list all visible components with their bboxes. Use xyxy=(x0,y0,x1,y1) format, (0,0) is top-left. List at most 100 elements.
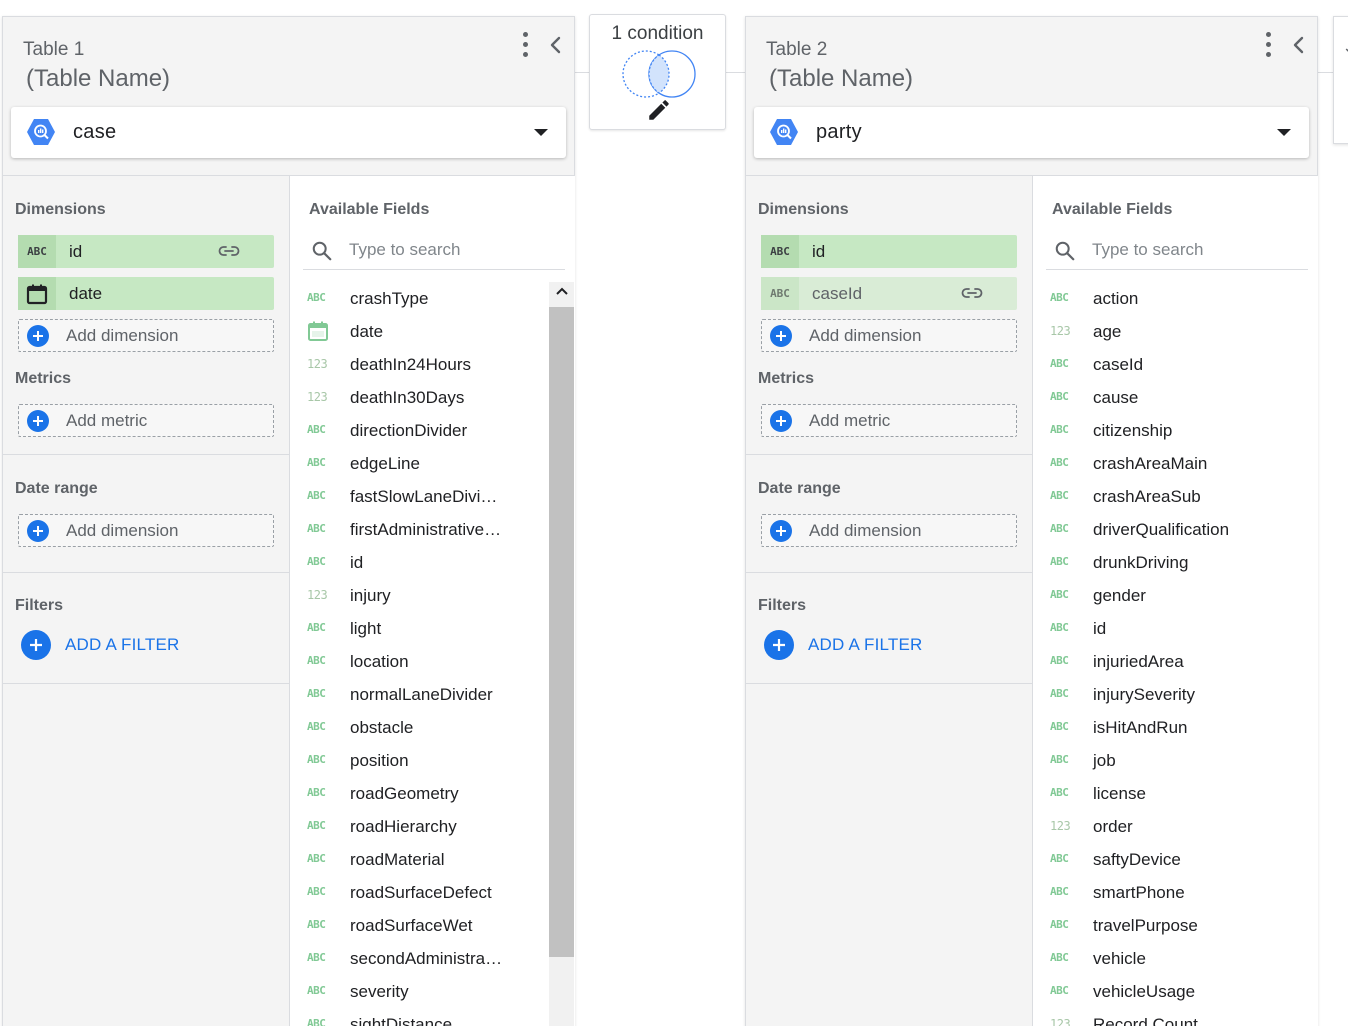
field-item[interactable]: ABC roadSurfaceDefect xyxy=(290,876,548,909)
field-item[interactable]: ABC gender xyxy=(1033,579,1291,612)
field-search-input[interactable] xyxy=(1092,236,1292,264)
field-item[interactable]: ABC location xyxy=(290,645,548,678)
blend-config-column: Dimensions ABC id ABC caseId Add dimensi… xyxy=(746,175,1033,1026)
field-item[interactable]: ABC directionDivider xyxy=(290,414,548,447)
field-item[interactable]: ABC severity xyxy=(290,975,548,1008)
add-dimension-button[interactable]: Add dimension xyxy=(761,319,1017,352)
join-key-link-icon xyxy=(218,244,240,258)
date-range-title: Date range xyxy=(15,480,98,497)
field-item[interactable]: ABC job xyxy=(1033,744,1291,777)
add-filter-button[interactable]: ADD A FILTER xyxy=(21,629,221,661)
field-item[interactable]: ABC crashType xyxy=(290,282,548,315)
scroll-thumb[interactable] xyxy=(549,307,574,957)
field-item[interactable]: ABC vehicle xyxy=(1033,942,1291,975)
field-name: firstAdministrative… xyxy=(350,520,502,539)
field-item[interactable]: ABC action xyxy=(1033,282,1291,315)
join-connector-edge xyxy=(1318,72,1334,73)
date-range-title: Date range xyxy=(758,480,841,497)
field-item[interactable]: ABC injuriedArea xyxy=(1033,645,1291,678)
field-item[interactable]: ABC cause xyxy=(1033,381,1291,414)
field-name: edgeLine xyxy=(350,454,420,473)
add-dimension-label: Add dimension xyxy=(66,326,179,345)
join-connector-right xyxy=(726,72,746,73)
field-item[interactable]: ABC sightDistance xyxy=(290,1008,548,1026)
field-item[interactable]: 123 deathIn24Hours xyxy=(290,348,548,381)
field-item[interactable]: ABC injurySeverity xyxy=(1033,678,1291,711)
add-date-dimension-button[interactable]: Add dimension xyxy=(18,514,274,547)
fields-scrollbar[interactable] xyxy=(549,282,574,1026)
field-item[interactable]: ABC travelPurpose xyxy=(1033,909,1291,942)
field-name: injuriedArea xyxy=(1093,652,1184,671)
field-item[interactable]: ABC vehicleUsage xyxy=(1033,975,1291,1008)
add-dimension-button[interactable]: Add dimension xyxy=(18,319,274,352)
field-item[interactable]: ABC smartPhone xyxy=(1033,876,1291,909)
add-date-dimension-button[interactable]: Add dimension xyxy=(761,514,1017,547)
field-item[interactable]: 123 injury xyxy=(290,579,548,612)
field-search-input[interactable] xyxy=(349,236,549,264)
field-name: normalLaneDivider xyxy=(350,685,493,704)
field-item[interactable]: ABC saftyDevice xyxy=(1033,843,1291,876)
field-item[interactable]: ABC license xyxy=(1033,777,1291,810)
join-connector-left xyxy=(575,72,590,73)
dimension-chip-1[interactable]: date xyxy=(18,277,274,310)
field-item[interactable]: ABC drunkDriving xyxy=(1033,546,1291,579)
text-type-icon: ABC xyxy=(307,456,326,469)
field-item[interactable]: ABC position xyxy=(290,744,548,777)
field-item[interactable]: ABC secondAdministra… xyxy=(290,942,548,975)
field-item[interactable]: ABC fastSlowLaneDivi… xyxy=(290,480,548,513)
field-item[interactable]: ABC edgeLine xyxy=(290,447,548,480)
text-type-icon: ABC xyxy=(307,753,326,766)
field-item[interactable]: ABC roadGeometry xyxy=(290,777,548,810)
table-name-field[interactable]: (Table Name) xyxy=(26,65,170,93)
join-condition-button[interactable]: 1 condition xyxy=(589,14,726,130)
field-item[interactable]: ABC citizenship xyxy=(1033,414,1291,447)
text-type-icon: ABC xyxy=(307,291,326,304)
field-item[interactable]: 123 deathIn30Days xyxy=(290,381,548,414)
more-options-icon[interactable] xyxy=(516,31,534,59)
section-divider xyxy=(3,572,289,573)
field-item[interactable]: ABC crashAreaSub xyxy=(1033,480,1291,513)
field-item[interactable]: ABC id xyxy=(290,546,548,579)
add-filter-button[interactable]: ADD A FILTER xyxy=(764,629,964,661)
dimension-chip-0[interactable]: ABC id xyxy=(761,235,1017,268)
field-name: crashAreaMain xyxy=(1093,454,1208,473)
data-source-dropdown[interactable]: case xyxy=(11,107,566,158)
field-item[interactable]: ABC normalLaneDivider xyxy=(290,678,548,711)
available-fields-title: Available Fields xyxy=(309,201,430,218)
collapse-panel-icon[interactable] xyxy=(1287,31,1311,59)
text-type-icon: ABC xyxy=(1050,621,1069,634)
section-divider xyxy=(3,454,289,455)
field-item[interactable]: 123 Record Count xyxy=(1033,1008,1291,1026)
field-item[interactable]: ABC obstacle xyxy=(290,711,548,744)
field-item[interactable]: ABC firstAdministrative… xyxy=(290,513,548,546)
available-fields-column: Available Fields ABC action 123 age ABC caseI… xyxy=(1033,175,1318,1026)
field-item[interactable]: ABC light xyxy=(290,612,548,645)
add-metric-button[interactable]: Add metric xyxy=(18,404,274,437)
field-item[interactable]: ABC roadSurfaceWet xyxy=(290,909,548,942)
data-source-dropdown[interactable]: party xyxy=(754,107,1309,158)
dimension-chip-0[interactable]: ABC id xyxy=(18,235,274,268)
text-type-icon: ABC xyxy=(761,277,799,310)
add-metric-button[interactable]: Add metric xyxy=(761,404,1017,437)
field-item[interactable]: ABC caseId xyxy=(1033,348,1291,381)
collapse-panel-icon[interactable] xyxy=(544,31,568,59)
field-item[interactable]: ABC isHitAndRun xyxy=(1033,711,1291,744)
add-circle-icon xyxy=(27,520,49,542)
text-type-icon: ABC xyxy=(18,235,56,268)
field-item[interactable]: ABC crashAreaMain xyxy=(1033,447,1291,480)
more-options-icon[interactable] xyxy=(1259,31,1277,59)
field-item[interactable]: ABC roadHierarchy xyxy=(290,810,548,843)
field-item[interactable]: date xyxy=(290,315,548,348)
table-name-field[interactable]: (Table Name) xyxy=(769,65,913,93)
scroll-up-icon[interactable] xyxy=(554,284,570,300)
field-item[interactable]: ABC roadMaterial xyxy=(290,843,548,876)
venn-diagram-icon xyxy=(622,50,696,98)
field-name: order xyxy=(1093,817,1133,836)
field-item[interactable]: 123 age xyxy=(1033,315,1291,348)
dimension-chip-1[interactable]: ABC caseId xyxy=(761,277,1017,310)
field-item[interactable]: 123 order xyxy=(1033,810,1291,843)
dimensions-title: Dimensions xyxy=(758,201,849,218)
add-metric-label: Add metric xyxy=(66,411,148,430)
field-item[interactable]: ABC driverQualification xyxy=(1033,513,1291,546)
field-item[interactable]: ABC id xyxy=(1033,612,1291,645)
